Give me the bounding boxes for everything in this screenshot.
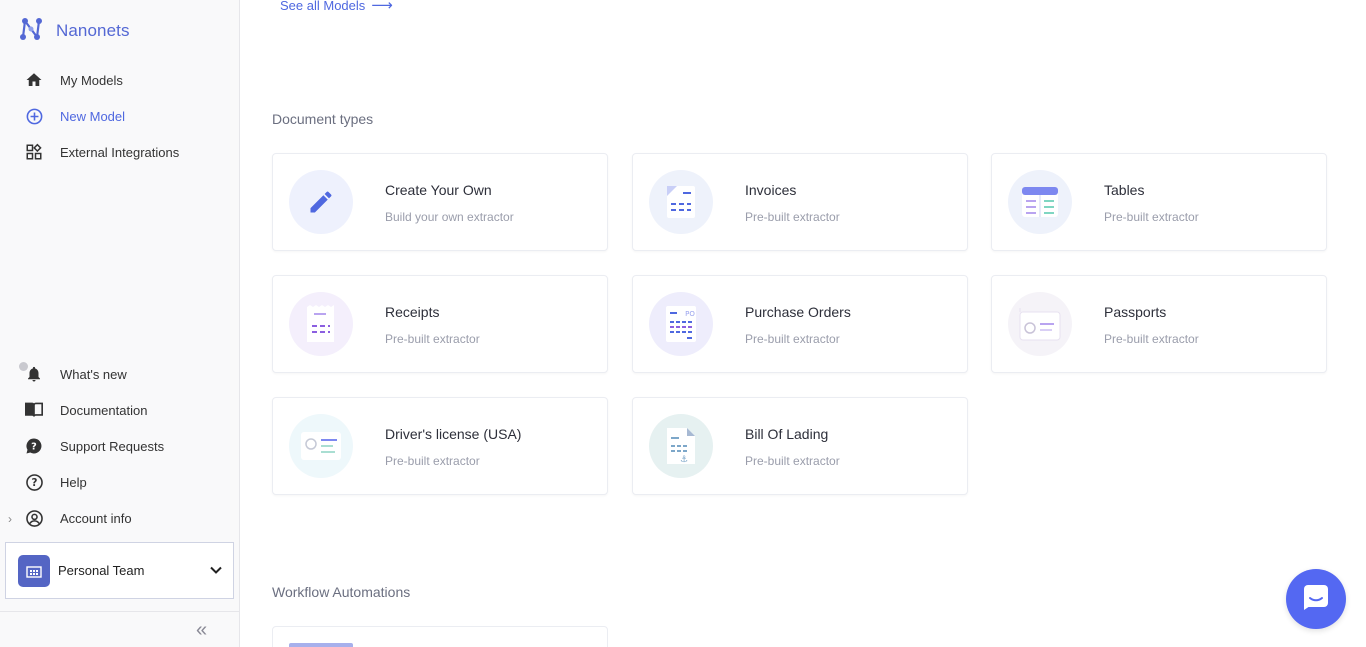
card-title: Invoices [745,182,797,198]
card-subtitle: Pre-built extractor [745,210,840,224]
chevron-down-icon[interactable] [209,563,223,582]
card-receipts[interactable]: Receipts Pre-built extractor [272,275,608,373]
team-building-icon [18,554,50,587]
book-icon [24,400,44,420]
account-icon [24,508,44,528]
card-subtitle: Build your own extractor [385,210,514,224]
sidebar-item-external-integrations[interactable]: External Integrations [0,138,239,166]
chat-question-icon: ? [24,436,44,456]
svg-text:?: ? [31,477,37,489]
card-subtitle: Pre-built extractor [745,454,840,468]
collapse-sidebar-icon[interactable]: « [196,620,207,640]
sidebar-item-support-requests[interactable]: ? Support Requests [0,432,239,460]
chat-support-button[interactable] [1286,569,1346,629]
sidebar-item-my-models[interactable]: My Models [0,66,239,94]
table-icon [1008,170,1072,234]
arrow-right-icon: ⟶ [371,0,393,14]
card-title: Purchase Orders [745,304,851,320]
see-all-label: See all Models [280,0,366,13]
grid-icon [24,142,44,162]
workflow-card[interactable] [272,626,608,647]
card-purchase-orders[interactable]: PO Purchase Orders Pre-built extractor [632,275,968,373]
sidebar-footer: « [0,611,239,647]
help-circle-icon: ? [24,472,44,492]
card-subtitle: Pre-built extractor [1104,332,1199,346]
card-create-your-own[interactable]: Create Your Own Build your own extractor [272,153,608,251]
sidebar-item-label: What's new [60,366,127,382]
card-title: Driver's license (USA) [385,426,522,442]
home-icon [24,70,44,90]
card-tables[interactable]: Tables Pre-built extractor [991,153,1327,251]
passport-icon [1008,292,1072,356]
app-root: Nanonets My Models New Model External In… [0,0,1366,647]
card-title: Tables [1104,182,1145,198]
card-title: Create Your Own [385,182,492,198]
card-bill-of-lading[interactable]: ⚓ Bill Of Lading Pre-built extractor [632,397,968,495]
sidebar-item-documentation[interactable]: Documentation [0,396,239,424]
sidebar-item-label: New Model [60,108,126,124]
sidebar-item-account-info[interactable]: Account info [0,504,239,532]
plus-circle-icon [24,106,44,126]
sidebar-item-help[interactable]: ? Help [0,468,239,496]
sidebar-item-label: Help [60,474,87,490]
team-name: Personal Team [58,563,145,578]
svg-text:⚓: ⚓ [680,455,688,465]
receipt-icon [289,292,353,356]
invoice-icon [649,170,713,234]
card-subtitle: Pre-built extractor [385,332,480,346]
nanonets-logo-icon [18,16,44,47]
card-title: Bill Of Lading [745,426,829,442]
svg-text:?: ? [31,441,37,452]
card-subtitle: Pre-built extractor [745,332,840,346]
pencil-icon [289,170,353,234]
id-card-icon [289,414,353,478]
card-title: Receipts [385,304,440,320]
sidebar-item-label: External Integrations [60,144,180,160]
card-title: Passports [1104,304,1167,320]
workflow-automations-title: Workflow Automations [272,584,411,600]
sidebar-item-label: Account info [60,510,132,526]
card-subtitle: Pre-built extractor [1104,210,1199,224]
card-invoices[interactable]: Invoices Pre-built extractor [632,153,968,251]
sidebar-item-label: Support Requests [60,438,165,454]
card-drivers-license[interactable]: Driver's license (USA) Pre-built extract… [272,397,608,495]
chat-icon [1301,582,1331,617]
workflow-thumbnail [289,643,353,647]
brand-name: Nanonets [56,21,130,40]
sidebar-item-label: My Models [60,72,123,88]
sidebar-item-new-model[interactable]: New Model [0,102,239,130]
sidebar-item-whats-new[interactable]: What's new [0,360,239,388]
svg-text:PO: PO [685,310,695,318]
card-subtitle: Pre-built extractor [385,454,480,468]
document-types-title: Document types [272,111,374,127]
sidebar: Nanonets My Models New Model External In… [0,0,240,647]
bell-icon [24,364,44,384]
brand[interactable]: Nanonets [18,17,130,45]
bill-of-lading-icon: ⚓ [649,414,713,478]
purchase-order-icon: PO [649,292,713,356]
sidebar-item-label: Documentation [60,402,148,418]
card-passports[interactable]: Passports Pre-built extractor [991,275,1327,373]
team-selector[interactable]: Personal Team [5,542,234,599]
see-all-models-link[interactable]: See all Models ⟶ [280,0,393,14]
